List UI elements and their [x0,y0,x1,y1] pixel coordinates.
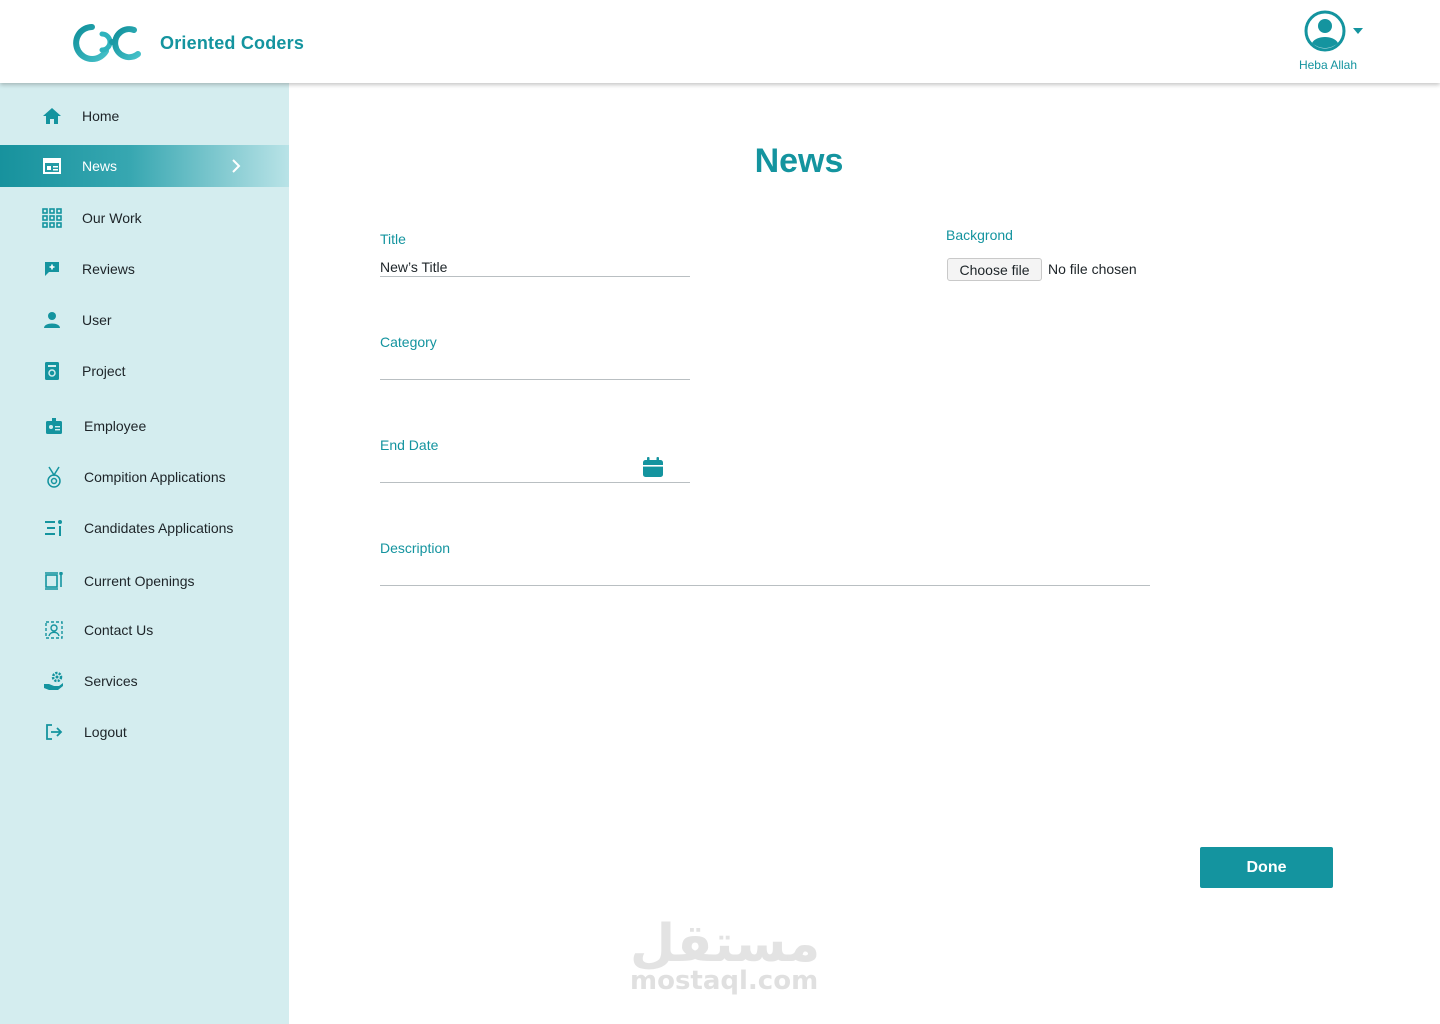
category-underline [380,379,690,380]
choose-file-button[interactable]: Choose file [947,258,1042,281]
review-icon [40,257,64,281]
category-input[interactable] [380,362,690,378]
sidebar-item-services[interactable]: Services [0,661,289,701]
candidates-list-icon [42,516,66,540]
sidebar-item-label: Home [82,108,120,124]
title-label: Title [380,231,406,247]
page-title: News [754,142,844,180]
title-underline [380,276,690,277]
sidebar-item-project[interactable]: Project [0,351,289,391]
sidebar-item-logout[interactable]: Logout [0,712,289,752]
logout-icon [42,720,66,744]
sidebar-item-label: Services [84,673,138,689]
sidebar: Home News Our Work Reviews User Project … [0,83,289,1024]
medal-icon [42,465,66,489]
news-icon [40,154,64,178]
description-underline [380,585,1150,586]
brand-logo[interactable]: Oriented Coders [72,24,304,62]
sidebar-item-contact-us[interactable]: Contact Us [0,610,289,650]
sidebar-item-home[interactable]: Home [0,96,289,136]
sidebar-item-reviews[interactable]: Reviews [0,249,289,289]
done-button[interactable]: Done [1200,847,1333,888]
user-circle-icon[interactable] [1304,10,1346,52]
sidebar-item-our-work[interactable]: Our Work [0,198,289,238]
grid-icon [40,206,64,230]
watermark: مستقل mostaql.com [630,914,821,996]
user-icon [40,308,64,332]
sidebar-item-label: Employee [84,418,147,434]
sidebar-item-compition-applications[interactable]: Compition Applications [0,457,289,497]
end-date-underline [380,482,690,483]
category-label: Category [380,334,437,350]
sidebar-item-label: Current Openings [84,573,195,589]
title-input[interactable]: New’s Title [380,259,447,275]
background-label: Backgrond [946,227,1013,243]
description-input[interactable] [380,568,1150,584]
chevron-right-icon [232,159,241,173]
employee-badge-icon [42,414,66,438]
service-hand-icon [42,669,66,693]
brand-name: Oriented Coders [160,32,305,53]
home-icon [40,104,64,128]
sidebar-item-news[interactable]: News [0,145,289,187]
sidebar-item-label: Compition Applications [84,469,226,485]
top-header: Oriented Coders Heba Allah [0,0,1440,83]
user-menu[interactable]: Heba Allah [1290,10,1366,72]
sidebar-item-label: User [82,312,112,328]
watermark-latin: mostaql.com [630,966,819,996]
sidebar-item-label: News [82,158,118,174]
description-label: Description [380,540,451,556]
sidebar-item-label: Reviews [82,261,135,277]
openings-icon [42,569,66,593]
sidebar-item-label: Project [82,363,126,379]
file-status: No file chosen [1048,261,1137,277]
sidebar-item-label: Contact Us [84,622,154,638]
sidebar-item-current-openings[interactable]: Current Openings [0,561,289,601]
sidebar-item-label: Logout [84,724,127,740]
user-name: Heba Allah [1298,58,1358,72]
calendar-icon[interactable] [642,456,664,478]
chevron-down-icon[interactable] [1352,27,1364,35]
sidebar-item-employee[interactable]: Employee [0,406,289,446]
contact-icon [42,618,66,642]
end-date-input[interactable] [380,465,630,481]
sidebar-item-user[interactable]: User [0,300,289,340]
logo-icon [73,24,141,62]
sidebar-item-label: Candidates Applications [84,520,234,536]
end-date-label: End Date [380,437,439,453]
watermark-arabic: مستقل [630,914,821,974]
project-icon [40,359,64,383]
sidebar-item-label: Our Work [82,210,142,226]
sidebar-item-candidates-applications[interactable]: Candidates Applications [0,508,289,548]
